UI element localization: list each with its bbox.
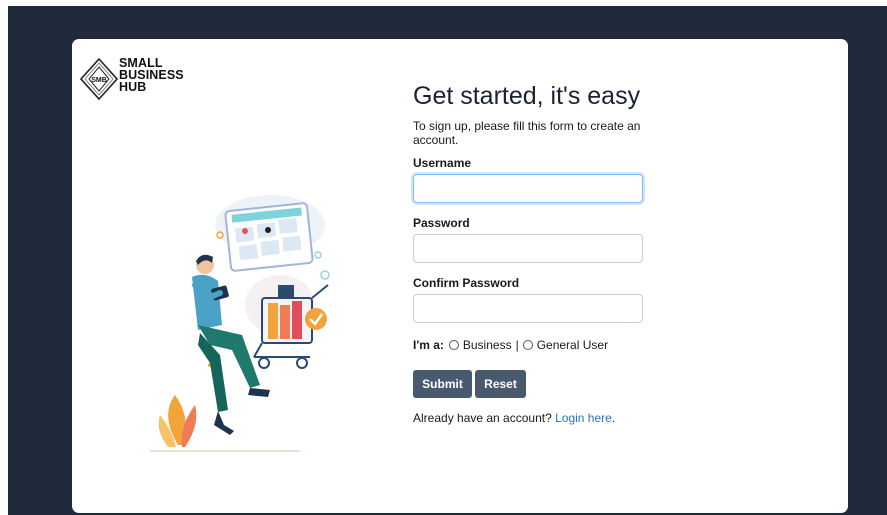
logo[interactable]: SMB SMALL BUSINESS HUB	[80, 56, 190, 102]
shopping-cart-icon	[253, 284, 329, 369]
logo-text: SMALL BUSINESS HUB	[119, 57, 184, 94]
login-link[interactable]: Login here	[555, 411, 612, 425]
password-label: Password	[413, 216, 470, 230]
page-subtitle: To sign up, please fill this form to cre…	[413, 119, 641, 147]
confirm-password-label: Confirm Password	[413, 276, 520, 290]
username-label: Username	[413, 156, 472, 170]
password-input[interactable]	[413, 234, 643, 263]
webpage-card-icon	[224, 202, 314, 272]
role-label: I'm a:	[413, 338, 444, 352]
login-prompt-text: Already have an account?	[413, 411, 552, 425]
role-separator: |	[515, 338, 519, 352]
role-option-business-label[interactable]: Business	[463, 338, 512, 352]
confirm-password-input[interactable]	[413, 294, 643, 323]
shopping-illustration	[150, 195, 330, 452]
logo-badge-text: SMB	[91, 77, 107, 84]
page-title: Get started, it's easy	[413, 82, 641, 110]
smb-diamond-logo-icon: SMB	[80, 58, 118, 100]
role-radio-business[interactable]	[448, 340, 459, 350]
username-input[interactable]	[413, 174, 643, 203]
submit-button[interactable]: Submit	[413, 370, 472, 398]
role-selector: I'm a: Business | General User	[413, 338, 608, 352]
role-radio-general[interactable]	[522, 340, 533, 350]
login-period: .	[611, 411, 616, 425]
logo-line-3: HUB	[119, 80, 147, 94]
reset-button[interactable]: Reset	[475, 370, 526, 398]
login-prompt: Already have an account? Login here.	[413, 411, 615, 425]
role-option-general-label[interactable]: General User	[537, 338, 608, 352]
